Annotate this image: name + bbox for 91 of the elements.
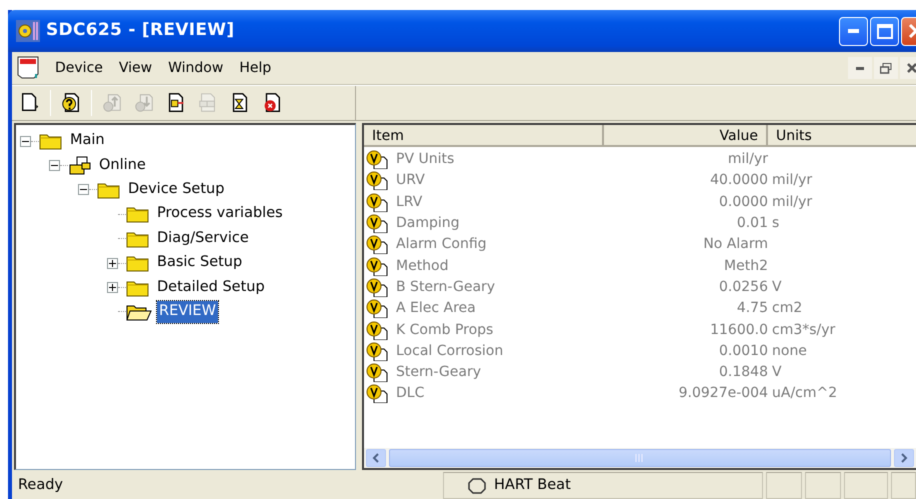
variable-icon [366,235,390,254]
expand-button[interactable] [107,258,118,269]
item-value: Meth2 [724,258,768,274]
item-units: mil/yr [771,171,812,190]
menu-item[interactable]: Window [161,56,230,80]
network-icon [68,156,92,176]
item-units: s [771,214,780,234]
variable-icon [366,342,390,361]
scroll-right-button[interactable] [894,449,914,467]
item-name: Local Corrosion [396,342,504,361]
status-panel [844,472,888,499]
item-name: Method [396,256,449,276]
collapse-button[interactable] [78,184,89,196]
item-name: B Stern-Geary [396,278,496,297]
item-value: 0.0010 [719,342,768,359]
variable-icon [366,171,390,190]
item-units: uA/cm^2 [771,384,838,404]
variable-icon [366,192,390,212]
tree-item[interactable]: Detailed Setup [155,276,267,298]
item-name: DLC [396,384,424,404]
item-value: No Alarm [703,236,768,252]
variable-icon [366,363,390,382]
variable-icon [366,320,390,340]
window-title: SDC625 - [REVIEW] [46,19,234,42]
maximize-icon [876,24,892,38]
plus-icon [109,284,116,292]
item-value: 9.0927e-004 [678,385,768,402]
tree-item[interactable]: Process variables [155,203,285,226]
menu-item[interactable]: View [112,56,160,80]
item-value: 4.75 [736,300,768,316]
heartbeat-icon [468,476,486,494]
tree-item[interactable]: Main [68,130,107,152]
item-name: PV Units [396,150,454,170]
grip-icon [635,454,645,462]
heartbeat-label: HART Beat [494,476,571,495]
item-units: V [771,278,782,297]
minimize-icon [848,29,859,33]
item-units: none [771,342,807,361]
maximize-button[interactable] [870,16,899,46]
minimize-icon [856,66,864,70]
horizontal-scrollbar[interactable] [364,448,916,470]
column-header[interactable]: Value [604,125,768,145]
status-panel [805,472,841,499]
tree-item[interactable]: REVIEW [157,301,218,323]
tree-item[interactable]: Diag/Service [155,228,251,250]
scroll-left-button[interactable] [366,449,386,467]
menu-item[interactable]: Help [232,56,278,80]
tree-item[interactable]: Device Setup [126,179,226,201]
item-name: Damping [396,214,460,234]
minimize-button[interactable] [839,16,868,46]
status-panel [766,472,802,499]
variable-icon [366,150,390,170]
item-units: cm2 [771,299,802,318]
plus-icon [109,260,116,267]
item-units: mil/yr [771,192,812,212]
tree-item[interactable]: Online [97,154,148,176]
item-name: Stern-Geary [396,363,482,382]
variable-icon [366,299,390,318]
minimize-button[interactable] [848,57,872,79]
item-value: 0.0000 [719,194,768,210]
menu-item[interactable]: Device [48,56,110,80]
variable-icon [366,214,390,234]
item-units: cm3*s/yr [771,320,836,340]
scroll-thumb[interactable] [389,449,891,467]
status-message: Ready [18,476,64,495]
item-value: 0.01 [736,215,768,232]
item-name: A Elec Area [396,299,476,318]
variable-icon [366,384,390,404]
collapse-button[interactable] [49,160,60,172]
item-name: K Comb Props [396,320,494,340]
expand-button[interactable] [107,282,118,294]
restore-button[interactable] [874,57,898,79]
column-header[interactable]: Item [364,125,604,145]
variable-icon [366,256,390,276]
item-name: Alarm Config [396,235,487,254]
item-value: 0.0256 [719,278,768,295]
close-icon [907,63,916,73]
collapse-button[interactable] [20,136,31,147]
restore-icon [880,62,892,74]
column-header[interactable]: Units [768,125,916,145]
item-value: 11600.0 [710,322,768,338]
item-name: LRV [396,192,422,212]
item-value: 40.0000 [710,172,768,188]
item-name: URV [396,171,425,190]
variable-icon [366,278,390,297]
tree-item[interactable]: Basic Setup [155,252,244,274]
item-units: V [771,363,782,382]
app-icon [16,20,40,42]
item-value: 0.1848 [719,364,768,380]
status-panel [891,472,916,499]
item-value: mil/yr [728,151,768,168]
